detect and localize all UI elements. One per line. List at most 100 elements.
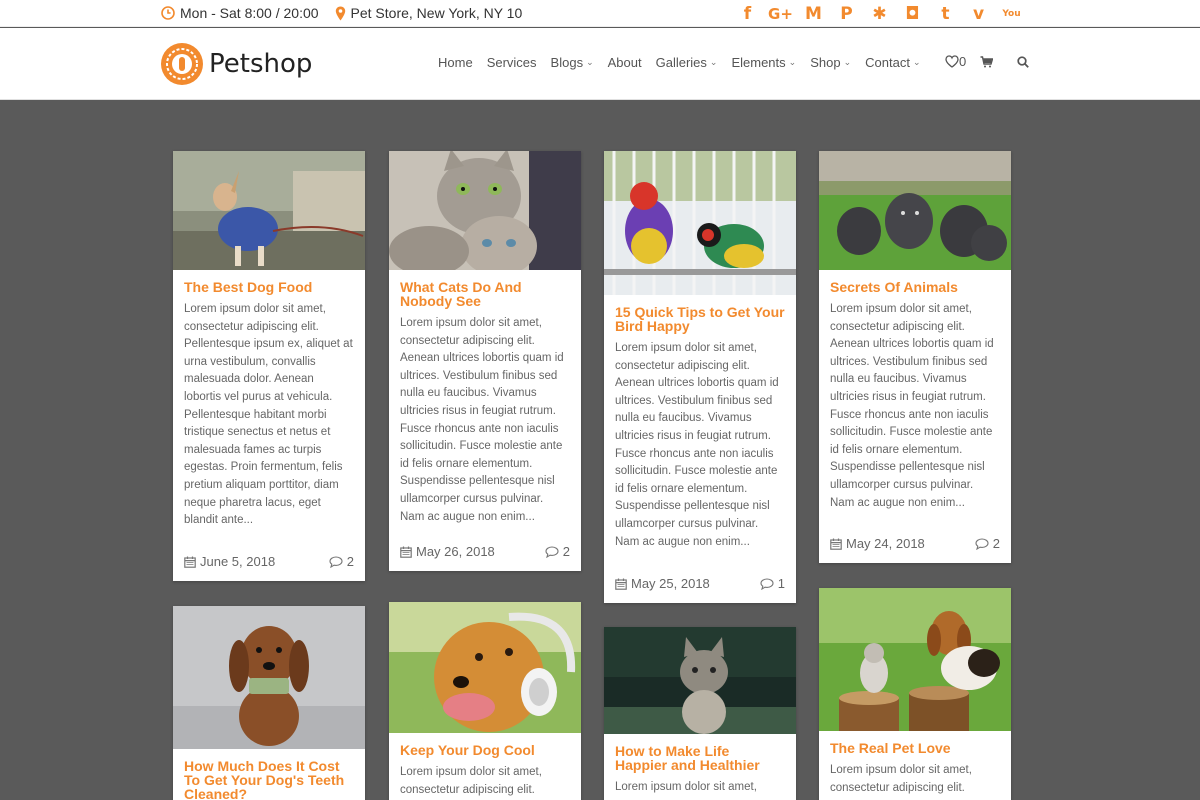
comment-icon — [329, 555, 343, 568]
twitter-icon[interactable]: t — [929, 4, 962, 24]
hours-info: Mon - Sat 8:00 / 20:00 — [161, 5, 319, 21]
post-date: May 26, 2018 — [400, 544, 495, 559]
post-comments[interactable]: 2 — [329, 554, 354, 569]
post-card[interactable]: What Cats Do And Nobody See Lorem ipsum … — [389, 151, 581, 571]
calendar-icon — [184, 556, 196, 568]
post-title[interactable]: How to Make Life Happier and Healthier — [615, 744, 785, 772]
post-card[interactable]: Keep Your Dog Cool Lorem ipsum dolor sit… — [389, 602, 581, 800]
post-title[interactable]: How Much Does It Cost To Get Your Dog's … — [184, 759, 354, 800]
chevron-down-icon: ⌄ — [912, 57, 921, 67]
twitch-icon[interactable]: ◘ — [896, 4, 929, 24]
post-title[interactable]: Keep Your Dog Cool — [400, 743, 570, 757]
comment-count: 2 — [562, 544, 570, 559]
nav-label: Shop — [810, 55, 841, 70]
chevron-down-icon: ⌄ — [788, 57, 797, 67]
nav-contact[interactable]: Contact ⌄ — [865, 55, 920, 70]
post-image-dog-sweater[interactable] — [173, 151, 365, 270]
comment-count: 1 — [777, 576, 785, 591]
google-plus-icon[interactable]: G+ — [764, 4, 797, 24]
yelp-icon[interactable]: ✱ — [863, 4, 896, 24]
vimeo-icon[interactable]: v — [962, 4, 995, 24]
post-comments[interactable]: 2 — [545, 544, 570, 559]
nav-label: Galleries — [655, 55, 707, 70]
nav-label: About — [607, 55, 642, 70]
youtube-icon[interactable]: You — [995, 4, 1028, 24]
post-date-text: May 24, 2018 — [846, 536, 925, 551]
post-excerpt: Lorem ipsum dolor sit amet, consectetur … — [830, 303, 994, 509]
calendar-icon — [830, 538, 842, 550]
post-date-text: May 25, 2018 — [631, 576, 710, 591]
cart-button[interactable] — [980, 55, 994, 68]
location-text: Pet Store, New York, NY 10 — [350, 5, 523, 21]
post-card[interactable]: Secrets Of Animals Lorem ipsum dolor sit… — [819, 151, 1011, 563]
nav-elements[interactable]: Elements ⌄ — [731, 55, 796, 70]
paw-logo-icon — [161, 43, 203, 85]
comment-icon — [545, 545, 559, 558]
post-comments[interactable]: 2 — [975, 536, 1000, 551]
paypal-icon[interactable]: P — [830, 4, 863, 24]
nav-home[interactable]: Home — [438, 55, 473, 70]
chevron-down-icon: ⌄ — [709, 57, 718, 67]
post-date: June 5, 2018 — [184, 554, 275, 569]
location-info: Pet Store, New York, NY 10 — [335, 5, 523, 21]
cart-icon — [980, 55, 994, 67]
clock-icon — [161, 6, 175, 20]
nav-blogs[interactable]: Blogs ⌄ — [551, 55, 594, 70]
nav-services[interactable]: Services — [487, 55, 537, 70]
post-card[interactable]: 15 Quick Tips to Get Your Bird Happy Lor… — [604, 151, 796, 603]
logo[interactable]: Petshop — [161, 43, 312, 85]
nav-label: Services — [486, 55, 537, 70]
post-meta: May 26, 2018 2 — [400, 544, 570, 559]
post-title[interactable]: 15 Quick Tips to Get Your Bird Happy — [615, 305, 785, 333]
comment-count: 2 — [346, 554, 354, 569]
post-excerpt: Lorem ipsum dolor sit amet, — [615, 781, 757, 793]
nav-label: Home — [438, 55, 473, 70]
wishlist-count: 0 — [959, 54, 967, 69]
social-links: f G+ M P ✱ ◘ t v You — [731, 4, 1028, 24]
wishlist-button[interactable]: 0 — [945, 54, 966, 69]
post-image-puppies[interactable] — [819, 151, 1011, 270]
post-title[interactable]: The Best Dog Food — [184, 280, 354, 294]
post-meta: May 25, 2018 1 — [615, 576, 785, 591]
post-card[interactable]: How Much Does It Cost To Get Your Dog's … — [173, 606, 365, 800]
comment-count: 2 — [992, 536, 1000, 551]
nav-label: Blogs — [550, 55, 584, 70]
gmail-icon[interactable]: M — [797, 4, 830, 24]
site-header: Petshop Home Services Blogs ⌄ About Galle… — [0, 28, 1200, 100]
chevron-down-icon: ⌄ — [843, 57, 852, 67]
calendar-icon — [615, 578, 627, 590]
post-meta: May 24, 2018 2 — [830, 536, 1000, 551]
heart-icon — [945, 55, 959, 68]
post-card[interactable]: The Best Dog Food Lorem ipsum dolor sit … — [173, 151, 365, 581]
post-meta: June 5, 2018 2 — [184, 554, 354, 569]
post-image-dog-money[interactable] — [173, 606, 365, 749]
contact-info: Mon - Sat 8:00 / 20:00 Pet Store, New Yo… — [161, 5, 538, 21]
post-image-kitten[interactable] — [604, 627, 796, 734]
facebook-icon[interactable]: f — [731, 4, 764, 24]
search-icon — [1017, 55, 1030, 68]
post-image-birds[interactable] — [604, 151, 796, 295]
calendar-icon — [400, 546, 412, 558]
post-excerpt: Lorem ipsum dolor sit amet, consectetur … — [400, 317, 564, 523]
post-title[interactable]: What Cats Do And Nobody See — [400, 280, 570, 308]
post-date-text: May 26, 2018 — [416, 544, 495, 559]
chevron-down-icon: ⌄ — [586, 57, 594, 67]
post-date: May 25, 2018 — [615, 576, 710, 591]
search-button[interactable] — [1017, 55, 1030, 68]
post-card[interactable]: The Real Pet Love Lorem ipsum dolor sit … — [819, 588, 1011, 800]
nav-label: Elements — [731, 55, 786, 70]
post-card[interactable]: How to Make Life Happier and Healthier L… — [604, 627, 796, 800]
nav-galleries[interactable]: Galleries ⌄ — [656, 55, 718, 70]
nav-about[interactable]: About — [608, 55, 642, 70]
post-excerpt: Lorem ipsum dolor sit amet, consectetur … — [615, 342, 779, 548]
post-image-beagle-cat[interactable] — [819, 588, 1011, 731]
post-excerpt: Lorem ipsum dolor sit amet, consectetur … — [830, 764, 972, 794]
nav-shop[interactable]: Shop ⌄ — [810, 55, 851, 70]
post-image-cats[interactable] — [389, 151, 581, 270]
post-image-dog-headphones[interactable] — [389, 602, 581, 733]
comment-icon — [760, 577, 774, 590]
post-title[interactable]: Secrets Of Animals — [830, 280, 1000, 294]
post-comments[interactable]: 1 — [760, 576, 785, 591]
brand-name: Petshop — [209, 49, 313, 79]
post-title[interactable]: The Real Pet Love — [830, 741, 1000, 755]
